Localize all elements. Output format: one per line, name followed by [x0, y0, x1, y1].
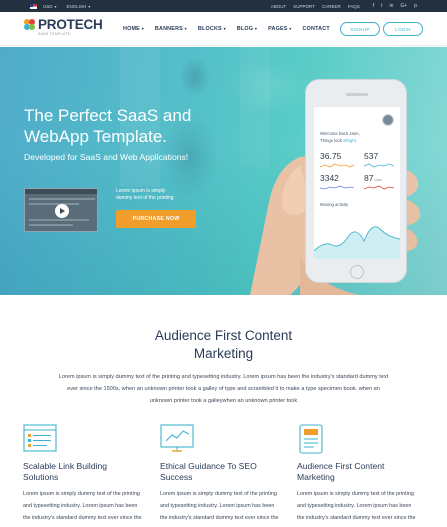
sparkline-chart — [364, 185, 394, 190]
feature-card: Ethical Guidance To SEO Success Lorem ip… — [160, 424, 280, 527]
top-bar: USD ▾ ENGLISH ▾ ABOUT SUPPORT CAREER FAQ… — [0, 0, 447, 12]
speaker — [346, 93, 368, 96]
linkedin-icon[interactable]: in — [390, 3, 394, 9]
home-button — [350, 265, 364, 279]
menu-item-blog[interactable]: BLOG ▾ — [237, 26, 257, 32]
smartphone-mockup: Welcome back Jane, Things look allright.… — [305, 79, 407, 283]
logo-text: PROTECH — [38, 17, 103, 32]
activity-label: Moving activity — [320, 202, 349, 207]
screen-greeting: Welcome back Jane, — [320, 131, 360, 136]
logo[interactable]: PROTECH SAAS TEMPLATE — [24, 18, 103, 36]
feature-title: Audience First Content Marketing — [297, 461, 385, 482]
activity-area-chart — [314, 226, 400, 259]
topbar-link-support[interactable]: SUPPORT — [293, 4, 315, 9]
main-nav: PROTECH SAAS TEMPLATE HOME ▾ BANNERS ▾ B… — [0, 12, 447, 46]
topbar-link-career[interactable]: CAREER — [322, 4, 341, 9]
logo-subtitle: SAAS TEMPLATE — [38, 32, 71, 36]
stat-value: 87bpm — [364, 173, 383, 183]
feature-title: Scalable Link Building Solutions — [23, 461, 108, 482]
sparkline-chart — [364, 163, 394, 168]
feature-text: Lorem ipsum is simply dummy text of the … — [160, 491, 279, 521]
chevron-down-icon: ▾ — [54, 3, 57, 9]
stat-value: 3342 — [320, 173, 339, 183]
feature-title: Ethical Guidance To SEO Success — [160, 461, 257, 482]
section-text: Lorem ipsum is simply dummy text of the … — [58, 374, 389, 404]
chevron-down-icon: ▾ — [88, 3, 91, 9]
menu-item-pages[interactable]: PAGES ▾ — [268, 26, 291, 32]
menu-item-home[interactable]: HOME ▾ — [123, 26, 144, 32]
menu-item-contact[interactable]: CONTACT — [302, 26, 329, 32]
currency-select[interactable]: USD — [43, 4, 53, 9]
phone-screen: Welcome back Jane, Things look allright.… — [314, 107, 400, 259]
screen-status: Things look allright. — [320, 138, 358, 143]
stat-value: 36.75 — [320, 151, 342, 161]
feature-card: Audience First Content Marketing Lorem i… — [297, 424, 417, 527]
language-select[interactable]: ENGLISH — [67, 4, 87, 9]
facebook-icon[interactable]: f — [373, 3, 374, 9]
logo-mark-icon — [24, 19, 36, 31]
hero-section: The Perfect SaaS and WebApp Template. De… — [0, 47, 447, 295]
login-button[interactable]: LOGIN — [383, 22, 423, 36]
chevron-down-icon: ▾ — [184, 26, 187, 31]
menu: HOME ▾ BANNERS ▾ BLOCKS ▾ BLOG ▾ PAGES ▾… — [123, 12, 330, 46]
tablet-content-icon — [297, 424, 333, 454]
chevron-down-icon: ▾ — [289, 26, 292, 31]
topbar-link-faqs[interactable]: FAQS — [348, 4, 360, 9]
feature-text: Lorem ipsum is simply dummy text of the … — [23, 491, 142, 521]
pinterest-icon[interactable]: p — [414, 3, 417, 9]
us-flag-icon — [30, 3, 37, 9]
topbar-link-about[interactable]: ABOUT — [271, 4, 287, 9]
section-title: Audience First Content Marketing — [154, 328, 293, 361]
menu-item-banners[interactable]: BANNERS ▾ — [155, 26, 187, 32]
google-plus-icon[interactable]: G+ — [400, 3, 407, 9]
browser-list-icon — [23, 424, 59, 454]
chevron-down-icon: ▾ — [223, 26, 226, 31]
feature-card: Scalable Link Building Solutions Lorem i… — [23, 424, 143, 527]
avatar — [382, 114, 394, 126]
signup-button[interactable]: SIGNUP — [340, 22, 380, 36]
stat-value: 537 — [364, 151, 379, 161]
chevron-down-icon: ▾ — [141, 26, 144, 31]
monitor-chart-icon — [160, 424, 196, 454]
sparkline-chart — [320, 185, 354, 190]
twitter-icon[interactable]: t — [381, 3, 382, 9]
feature-text: Lorem ipsum is simply dummy text of the … — [297, 491, 416, 521]
sparkline-chart — [320, 163, 354, 168]
chevron-down-icon: ▾ — [254, 26, 258, 31]
menu-item-blocks[interactable]: BLOCKS ▾ — [198, 26, 226, 32]
